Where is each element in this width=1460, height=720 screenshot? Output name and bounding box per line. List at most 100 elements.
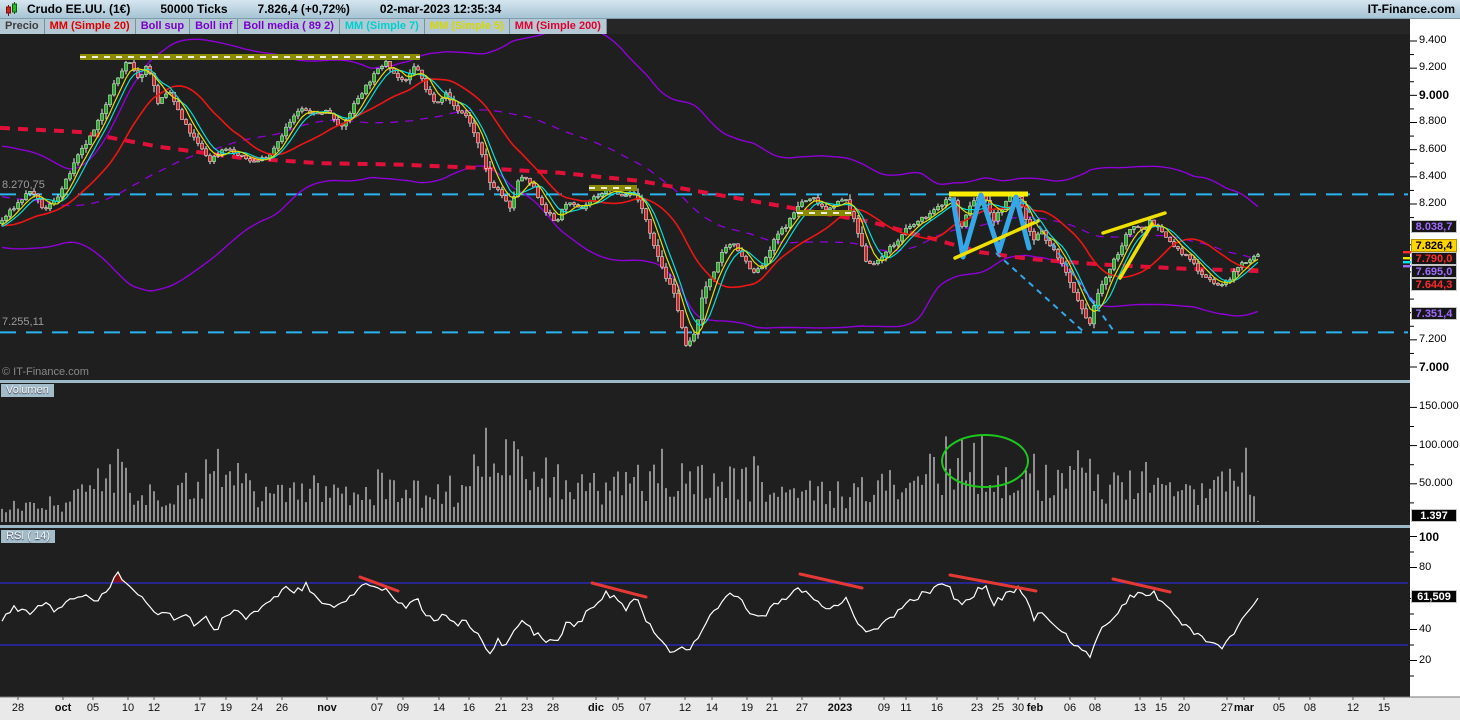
price-axis-box: 7.644,3 xyxy=(1411,277,1457,291)
time-axis-label: 05 xyxy=(1272,702,1286,714)
price-axis-box: 7.790,0 xyxy=(1411,251,1457,265)
price-axis-box: 7.826,4 xyxy=(1411,238,1457,252)
candles-layer xyxy=(0,57,1260,348)
indicator-chip-precio[interactable]: Precio xyxy=(0,19,45,34)
indicator-chip-boll-media-89-2-[interactable]: Boll media ( 89 2) xyxy=(238,19,340,34)
time-axis-label: 12 xyxy=(1346,702,1360,714)
time-axis-label: 13 xyxy=(1133,702,1147,714)
ma-edge-tick xyxy=(1403,261,1411,264)
volume-axis-label: 50.000 xyxy=(1419,476,1453,489)
time-axis-label: 12 xyxy=(147,702,161,714)
indicator-chip-mm-simple-20-[interactable]: MM (Simple 20) xyxy=(44,19,136,34)
time-axis-label: 11 xyxy=(900,702,912,714)
rsi-red-trendline[interactable] xyxy=(798,572,864,590)
rsi-current-box: 61,509 xyxy=(1411,589,1457,603)
time-axis-label: 15 xyxy=(1154,702,1168,714)
indicator-chip-mm-simple-7-[interactable]: MM (Simple 7) xyxy=(339,19,425,34)
price-axis-label: 8.200 xyxy=(1419,196,1447,209)
volume-bars-layer xyxy=(1,427,1259,522)
rsi-axis-label: 40 xyxy=(1419,622,1432,635)
time-axis-label: 14 xyxy=(705,702,719,714)
price-axis-box: 8.038,7 xyxy=(1411,219,1457,233)
time-axis-label: 20 xyxy=(1177,702,1191,714)
instrument-name: Crudo EE.UU. (1€) xyxy=(27,2,131,16)
time-axis-label: 23 xyxy=(970,702,984,714)
time-axis-label: 27 xyxy=(795,702,809,714)
mm200-line xyxy=(0,125,1261,274)
time-axis-label: 16 xyxy=(930,702,944,714)
indicator-chip-boll-sup[interactable]: Boll sup xyxy=(135,19,191,34)
rsi-red-trendline[interactable] xyxy=(590,581,648,599)
time-axis-label: 09 xyxy=(396,702,410,714)
cyan-dashed-trendline[interactable] xyxy=(1019,198,1114,331)
time-axis-label: 21 xyxy=(494,702,508,714)
price-axis-box: 7.695,0 xyxy=(1411,264,1457,278)
volume-highlight-ellipse[interactable] xyxy=(941,434,1029,488)
rsi-panel-label[interactable]: RSI ( 14) xyxy=(1,530,56,543)
ma-edge-tick xyxy=(1403,251,1411,254)
ma-edge-tick xyxy=(1403,257,1411,260)
volume-axis-label: 150.000 xyxy=(1419,400,1459,413)
indicator-chip-mm-simple-200-[interactable]: MM (Simple 200) xyxy=(509,19,607,34)
time-axis-label: 24 xyxy=(250,702,264,714)
time-axis-label: 30 xyxy=(1011,702,1025,714)
time-axis-label: dic xyxy=(588,702,604,714)
time-axis-label: 12 xyxy=(678,702,692,714)
panel-separator[interactable] xyxy=(0,525,1410,528)
time-axis-label: mar xyxy=(1233,702,1255,714)
time-axis-label: 19 xyxy=(740,702,754,714)
time-axis-label: 05 xyxy=(611,702,625,714)
time-axis-label: 14 xyxy=(432,702,446,714)
datetime-label: 02-mar-2023 12:35:34 xyxy=(379,2,502,16)
time-axis-label: 08 xyxy=(1303,702,1317,714)
time-axis-label: 08 xyxy=(1088,702,1102,714)
trading-chart-window: Crudo EE.UU. (1€) 50000 Ticks 7.826,4 (+… xyxy=(0,0,1460,720)
time-axis-label: 27 xyxy=(1220,702,1234,714)
time-axis-label: 07 xyxy=(638,702,652,714)
ma-edge-tick xyxy=(1403,265,1411,268)
rsi-axis-label: 80 xyxy=(1419,560,1432,573)
cyan-dashed-trendline[interactable] xyxy=(995,252,1086,334)
rsi-layer xyxy=(0,570,1408,659)
indicator-chip-boll-inf[interactable]: Boll inf xyxy=(190,19,239,34)
title-bar: Crudo EE.UU. (1€) 50000 Ticks 7.826,4 (+… xyxy=(0,0,1460,19)
time-axis-label: 05 xyxy=(86,702,100,714)
time-axis-label: 25 xyxy=(991,702,1005,714)
time-axis-label: 16 xyxy=(462,702,476,714)
indicator-chip-mm-simple-5-[interactable]: MM (Simple 5) xyxy=(424,19,510,34)
time-axis-label: 28 xyxy=(11,702,25,714)
time-axis-label: 26 xyxy=(275,702,289,714)
volume-current-box: 1.397 xyxy=(1411,508,1457,522)
time-axis-label: 15 xyxy=(1377,702,1391,714)
chart-canvas[interactable] xyxy=(0,0,1460,720)
yellow-trendline[interactable] xyxy=(1118,222,1154,280)
volume-axis-label: 100.000 xyxy=(1419,438,1459,451)
time-axis-label: nov xyxy=(317,702,337,714)
panel-separator[interactable] xyxy=(0,380,1410,383)
time-axis-label: 28 xyxy=(546,702,560,714)
time-axis-label: 06 xyxy=(1063,702,1077,714)
time-axis-label: 17 xyxy=(193,702,207,714)
time-axis-label: 2023 xyxy=(827,702,853,714)
time-axis-label: feb xyxy=(1026,702,1044,714)
indicator-bar: Precio MM (Simple 20) Boll sup Boll inf Boll… xyxy=(0,19,1410,34)
time-axis-label: 23 xyxy=(520,702,534,714)
last-price-label: 7.826,4 (+0,72%) xyxy=(257,2,350,16)
price-axis-label: 9.200 xyxy=(1419,61,1447,74)
time-axis-label: 19 xyxy=(219,702,233,714)
time-axis-label: oct xyxy=(54,702,72,714)
price-axis-box: 7.351,4 xyxy=(1411,306,1457,320)
price-axis-label: 9.000 xyxy=(1419,88,1450,103)
rsi-axis-label: 20 xyxy=(1419,653,1432,666)
rsi-red-trendline[interactable] xyxy=(1111,577,1172,594)
price-axis-label: 9.400 xyxy=(1419,34,1447,46)
time-axis-label: 07 xyxy=(370,702,384,714)
time-axis-label: 10 xyxy=(121,702,135,714)
price-axis-label: 8.400 xyxy=(1419,169,1447,182)
candlestick-icon xyxy=(6,1,17,16)
price-axis-label: 7.000 xyxy=(1419,359,1450,374)
timeframe-label: 50000 Ticks xyxy=(160,2,228,16)
volume-panel-label[interactable]: Volumen xyxy=(1,384,54,397)
time-axis-label: 21 xyxy=(765,702,779,714)
price-panel xyxy=(0,28,1411,348)
